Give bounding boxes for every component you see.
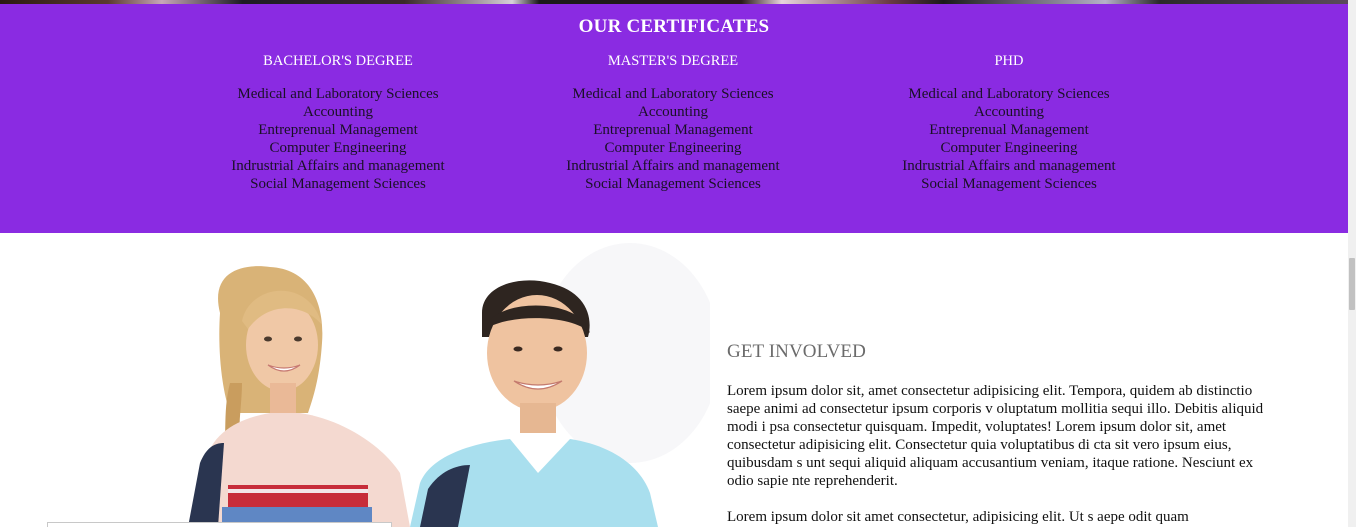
course-item: Accounting <box>974 104 1044 120</box>
course-item: Computer Engineering <box>940 140 1078 156</box>
course-item: Indrustrial Affairs and management <box>231 158 445 174</box>
course-item: Accounting <box>638 104 708 120</box>
female-student-figure <box>188 266 410 527</box>
certificate-course-list: Medical and Laboratory Sciences Accounti… <box>859 85 1159 193</box>
certificates-title: OUR CERTIFICATES <box>578 16 770 37</box>
certificate-course-list: Medical and Laboratory Sciences Accounti… <box>188 85 488 193</box>
page: OUR CERTIFICATES BACHELOR'S DEGREE Medic… <box>0 0 1356 527</box>
course-item: Social Management Sciences <box>585 176 761 192</box>
get-involved-content: GET INVOLVED Lorem ipsum dolor sit, amet… <box>727 341 1272 527</box>
certificate-heading: PHD <box>994 53 1024 69</box>
certificate-heading: BACHELOR'S DEGREE <box>263 53 413 69</box>
course-item: Entreprenual Management <box>593 122 753 138</box>
course-item: Medical and Laboratory Sciences <box>237 86 439 102</box>
certificate-column-masters: MASTER'S DEGREE Medical and Laboratory S… <box>523 52 823 193</box>
course-item: Entreprenual Management <box>929 122 1089 138</box>
get-involved-paragraph: Lorem ipsum dolor sit, amet consectetur … <box>727 383 1264 489</box>
course-item: Computer Engineering <box>604 140 742 156</box>
students-photo <box>188 243 710 527</box>
certificate-column-bachelors: BACHELOR'S DEGREE Medical and Laboratory… <box>188 52 488 193</box>
certificate-course-list: Medical and Laboratory Sciences Accounti… <box>523 85 823 193</box>
course-item: Indrustrial Affairs and management <box>566 158 780 174</box>
course-item: Medical and Laboratory Sciences <box>908 86 1110 102</box>
get-involved-section: GET INVOLVED Lorem ipsum dolor sit, amet… <box>0 233 1348 527</box>
certificate-column-phd: PHD Medical and Laboratory Sciences Acco… <box>859 52 1159 193</box>
course-item: Social Management Sciences <box>921 176 1097 192</box>
course-item: Computer Engineering <box>269 140 407 156</box>
course-item: Entreprenual Management <box>258 122 418 138</box>
course-item: Indrustrial Affairs and management <box>902 158 1116 174</box>
course-item: Accounting <box>303 104 373 120</box>
course-item: Social Management Sciences <box>250 176 426 192</box>
course-item: Medical and Laboratory Sciences <box>572 86 774 102</box>
get-involved-heading: GET INVOLVED <box>727 341 866 362</box>
page-scrollbar[interactable] <box>1348 0 1356 527</box>
certificates-section: OUR CERTIFICATES BACHELOR'S DEGREE Medic… <box>0 4 1348 233</box>
certificate-heading: MASTER'S DEGREE <box>607 53 739 69</box>
get-involved-paragraph: Lorem ipsum dolor sit amet consectetur, … <box>727 509 1189 525</box>
floating-panel-edge[interactable] <box>47 522 392 527</box>
scrollbar-thumb[interactable] <box>1349 258 1355 310</box>
